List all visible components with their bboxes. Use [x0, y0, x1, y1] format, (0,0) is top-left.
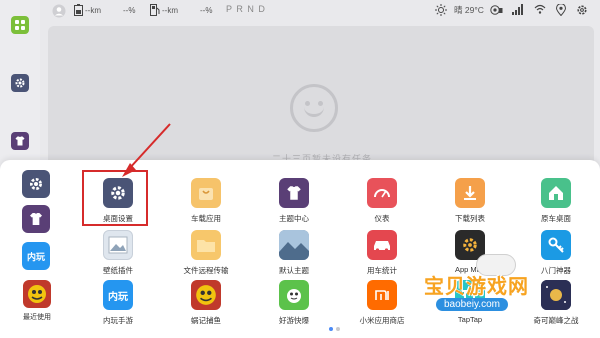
gauge-icon	[367, 178, 397, 208]
drawer-side-column: 内玩 最近使用	[0, 160, 72, 338]
grid-icon	[15, 20, 25, 30]
app-car-apps[interactable]: 车载应用	[166, 178, 246, 228]
tshirt-icon	[22, 205, 50, 233]
app-label: 原车桌面	[541, 214, 571, 223]
weather: 晴 29°C	[454, 4, 484, 16]
app-label: 下载列表	[455, 214, 485, 223]
app-theme-center[interactable]: 主题中心	[254, 178, 334, 228]
range-b-pct: --%	[200, 5, 213, 15]
smiley-icon	[290, 84, 338, 132]
app-label: 文件远程传输	[183, 266, 229, 275]
range-a: --km --%	[74, 4, 135, 16]
game-icon	[23, 280, 51, 308]
app-label: 仪表	[374, 214, 390, 223]
app-label: 好游快爆	[279, 316, 309, 325]
signal-icon	[512, 4, 523, 15]
status-bar: --km --% --km --% P R N D 晴 29°C	[40, 0, 600, 22]
side-settings-button[interactable]	[22, 170, 52, 198]
app-label: 用车统计	[367, 266, 397, 275]
bag-icon	[191, 178, 221, 208]
folder-icon	[191, 230, 221, 260]
key-icon	[541, 230, 571, 260]
wifi-icon[interactable]	[534, 4, 546, 14]
page-dot[interactable]	[336, 327, 340, 331]
side-recent-label: 最近使用	[23, 314, 51, 321]
battery-icon	[74, 4, 83, 16]
frog-icon	[279, 280, 309, 310]
page-indicator	[329, 327, 340, 331]
app-gauge[interactable]: 仪表	[342, 178, 422, 228]
tshirt-icon	[15, 136, 25, 146]
app-neiwan-games[interactable]: 内玩 内玩手游	[78, 280, 158, 330]
gear-icon	[22, 170, 50, 198]
picture-icon	[103, 230, 133, 260]
app-haoyou[interactable]: 好游快爆	[254, 280, 334, 330]
app-wallpaper-plugin[interactable]: 壁纸插件	[78, 230, 158, 280]
app-label: 小米应用商店	[359, 316, 405, 325]
side-neiwan-button[interactable]: 内玩	[22, 242, 52, 270]
rail-settings-button[interactable]	[11, 74, 29, 92]
range-b: --km --%	[150, 4, 212, 16]
gear-icon	[15, 78, 25, 88]
settings-icon[interactable]	[576, 4, 588, 16]
weather-text: 晴 29°C	[454, 5, 484, 15]
range-a-value: --km	[85, 5, 101, 15]
side-theme-button[interactable]	[22, 205, 52, 233]
tshirt-icon	[279, 178, 309, 208]
location-icon[interactable]	[556, 4, 566, 16]
app-original-desktop[interactable]: 原车桌面	[516, 178, 596, 228]
app-file-transfer[interactable]: 文件远程传输	[166, 230, 246, 280]
brightness-icon[interactable]	[435, 4, 447, 16]
app-downloads[interactable]: 下载列表	[430, 178, 510, 228]
home-icon	[541, 178, 571, 208]
rail-theme-button[interactable]	[11, 132, 29, 150]
dashcam-icon[interactable]	[490, 4, 503, 16]
range-a-pct: --%	[123, 5, 136, 15]
gear-indicator: P R N D	[226, 4, 266, 14]
app-car-stats[interactable]: 用车统计	[342, 230, 422, 280]
watermark-text: 宝贝游戏网	[424, 276, 529, 298]
avatar-icon	[52, 4, 66, 18]
page-dot[interactable]	[329, 327, 333, 331]
grid-app-icon[interactable]	[11, 16, 29, 34]
app-label: 内玩手游	[103, 316, 133, 325]
mi-icon	[367, 280, 397, 310]
neiwan-icon: 内玩	[103, 280, 133, 310]
app-label: 壁纸插件	[103, 266, 133, 275]
landscape-icon	[279, 230, 309, 260]
app-label: 蜗记捕鱼	[191, 316, 221, 325]
watermark: 宝贝游戏网 baobeiy.com	[424, 254, 584, 322]
app-label: 主题中心	[279, 214, 309, 223]
download-icon	[455, 178, 485, 208]
game-icon	[191, 280, 221, 310]
app-fishing-game[interactable]: 蜗记捕鱼	[166, 280, 246, 330]
app-label: 默认主题	[279, 266, 309, 275]
range-b-value: --km	[162, 5, 178, 15]
car-icon	[367, 230, 397, 260]
watermark-url: baobeiy.com	[436, 298, 508, 311]
fuel-icon	[150, 4, 160, 16]
highlight-box	[82, 170, 148, 226]
neiwan-icon: 内玩	[22, 242, 50, 270]
avatar[interactable]	[52, 4, 66, 18]
app-default-theme[interactable]: 默认主题	[254, 230, 334, 280]
side-recent-button[interactable]: 最近使用	[17, 280, 57, 322]
app-mi-store[interactable]: 小米应用商店	[342, 280, 422, 330]
app-label: 车载应用	[191, 214, 221, 223]
